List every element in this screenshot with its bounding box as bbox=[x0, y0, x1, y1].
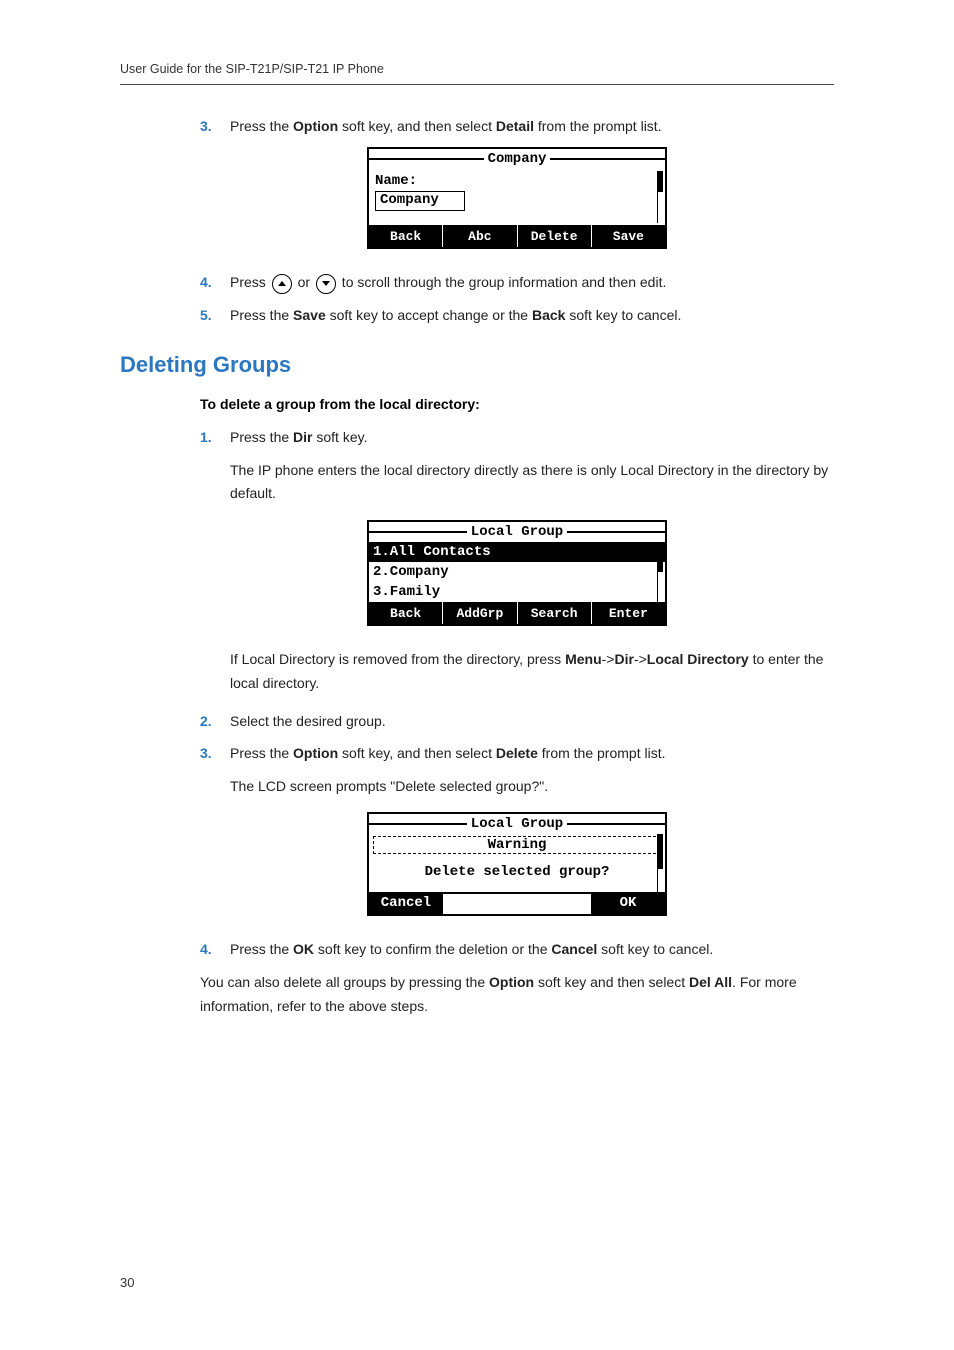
closing-paragraph: You can also delete all groups by pressi… bbox=[200, 971, 834, 1019]
lcd3-prompt: Delete selected group? bbox=[371, 854, 663, 892]
delete-step-1-num: 1. bbox=[200, 426, 230, 448]
lcd1-name-label: Name: bbox=[375, 173, 659, 189]
step-3-text: Press the Option soft key, and then sele… bbox=[230, 115, 662, 137]
lcd-company-edit: Company Name: Company Back Abc Delete Sa… bbox=[367, 147, 667, 249]
lcd2-item-3: 3.Family bbox=[369, 582, 665, 602]
lcd3-warning: Warning bbox=[488, 837, 547, 853]
delete-step-2-num: 2. bbox=[200, 710, 230, 732]
step-number-4: 4. bbox=[200, 271, 230, 293]
lcd1-key-save: Save bbox=[592, 225, 665, 247]
lcd-local-group-list: Local Group 1.All Contacts 2.Company 3.F… bbox=[367, 520, 667, 626]
lcd3-key-cancel: Cancel bbox=[369, 892, 443, 914]
delete-step-3-num: 3. bbox=[200, 742, 230, 764]
lcd1-key-abc: Abc bbox=[443, 225, 517, 247]
lcd2-key-back: Back bbox=[369, 602, 443, 624]
delete-group-subhead: To delete a group from the local directo… bbox=[200, 396, 834, 412]
delete-step-3-text: Press the Option soft key, and then sele… bbox=[230, 742, 665, 764]
lcd3-title: Local Group bbox=[467, 816, 567, 832]
page-header: User Guide for the SIP-T21P/SIP-T21 IP P… bbox=[120, 62, 384, 76]
lcd2-key-search: Search bbox=[518, 602, 592, 624]
lcd-delete-confirm: Local Group Warning Delete selected grou… bbox=[367, 812, 667, 916]
lcd1-title: Company bbox=[484, 151, 551, 167]
up-arrow-key-icon bbox=[272, 274, 292, 294]
lcd1-key-back: Back bbox=[369, 225, 443, 247]
lcd1-key-delete: Delete bbox=[518, 225, 592, 247]
lcd1-name-value: Company bbox=[375, 191, 465, 211]
delete-step-1-after: If Local Directory is removed from the d… bbox=[230, 648, 834, 696]
lcd1-softkeys: Back Abc Delete Save bbox=[369, 225, 665, 247]
lcd2-item-1: 1.All Contacts bbox=[369, 542, 665, 562]
delete-step-4-text: Press the OK soft key to confirm the del… bbox=[230, 938, 713, 960]
delete-step-1-text: Press the Dir soft key. bbox=[230, 426, 367, 448]
step-number-3: 3. bbox=[200, 115, 230, 137]
lcd3-softkeys: Cancel OK bbox=[369, 892, 665, 914]
page-number: 30 bbox=[120, 1275, 134, 1290]
lcd2-title: Local Group bbox=[467, 524, 567, 540]
step-number-5: 5. bbox=[200, 304, 230, 326]
delete-step-4-num: 4. bbox=[200, 938, 230, 960]
section-deleting-groups: Deleting Groups bbox=[120, 352, 834, 378]
lcd2-key-enter: Enter bbox=[592, 602, 665, 624]
delete-step-2-text: Select the desired group. bbox=[230, 710, 386, 732]
lcd2-softkeys: Back AddGrp Search Enter bbox=[369, 602, 665, 624]
down-arrow-key-icon bbox=[316, 274, 336, 294]
delete-step-3-para: The LCD screen prompts "Delete selected … bbox=[230, 775, 834, 799]
step-4-text: Press or to scroll through the group inf… bbox=[230, 271, 666, 293]
step-5-text: Press the Save soft key to accept change… bbox=[230, 304, 681, 326]
lcd2-item-2: 2.Company bbox=[369, 562, 665, 582]
lcd3-key-ok: OK bbox=[591, 892, 665, 914]
lcd2-key-addgrp: AddGrp bbox=[443, 602, 517, 624]
delete-step-1-para: The IP phone enters the local directory … bbox=[230, 459, 834, 507]
